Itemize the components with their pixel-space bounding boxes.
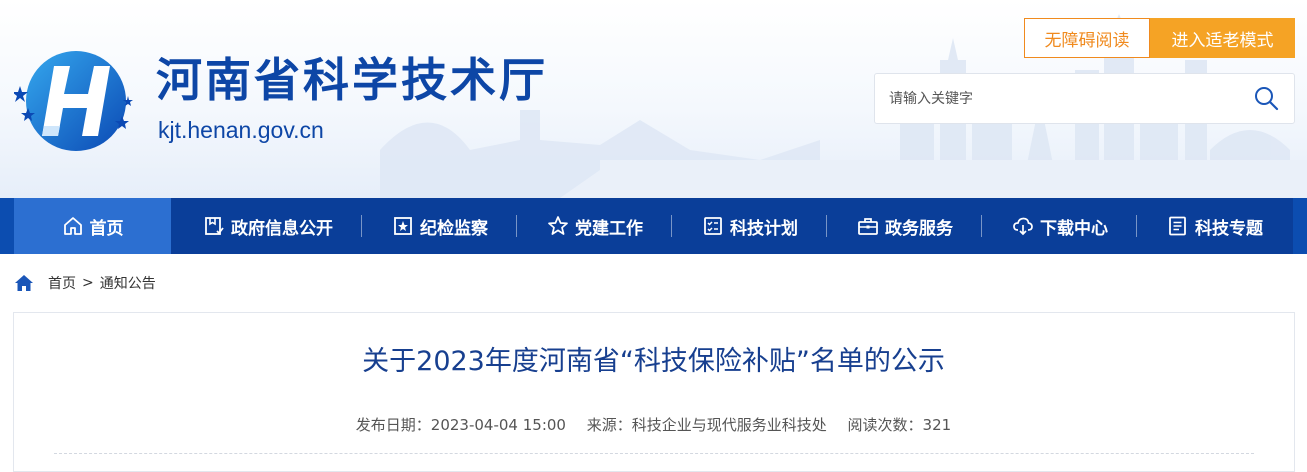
publish-date: 发布日期：2023-04-04 15:00 xyxy=(355,416,566,434)
article-card xyxy=(13,312,1295,472)
document-check-icon xyxy=(205,217,224,235)
nav-divider xyxy=(826,215,827,237)
star-outline-icon xyxy=(548,216,568,235)
nav-item-label: 政务服务 xyxy=(885,218,953,239)
nav-item-label: 纪检监察 xyxy=(420,218,488,239)
nav-divider xyxy=(516,215,517,237)
nav-edge-right xyxy=(1293,198,1307,254)
nav-item-label: 下载中心 xyxy=(1040,218,1108,239)
site-domain: kjt.henan.gov.cn xyxy=(158,117,324,143)
nav-item-home[interactable]: 首页 xyxy=(14,198,171,254)
nav-item-gov-service[interactable]: 政务服务 xyxy=(835,198,975,254)
cloud-download-icon xyxy=(1013,217,1033,236)
elder-mode-button[interactable]: 进入适老模式 xyxy=(1150,18,1295,58)
nav-item-download[interactable]: 下载中心 xyxy=(990,198,1130,254)
nav-divider xyxy=(361,215,362,237)
list-document-icon xyxy=(1169,216,1186,236)
read-count: 阅读次数：321 xyxy=(847,416,952,434)
nav-item-label: 党建工作 xyxy=(575,218,643,239)
nav-item-topics[interactable]: 科技专题 xyxy=(1145,198,1285,254)
main-nav: 首页 政府信息公开 纪检监察 党建工作 科技计划 政务服务 下载中心 科技专题 xyxy=(0,198,1307,254)
breadcrumb: 首页 > 通知公告 xyxy=(14,272,156,294)
article-meta: 发布日期：2023-04-04 15:00 来源：科技企业与现代服务业科技处 阅… xyxy=(0,414,1307,436)
star-badge-icon xyxy=(394,217,412,235)
home-icon xyxy=(15,275,33,291)
meta-divider xyxy=(54,453,1254,454)
nav-item-label: 首页 xyxy=(89,218,124,239)
site-header: 河南省科学技术厅 kjt.henan.gov.cn 无障碍阅读 进入适老模式 xyxy=(0,0,1307,198)
checklist-icon xyxy=(704,217,722,235)
henan-science-logo xyxy=(14,51,133,151)
briefcase-icon xyxy=(858,218,878,235)
nav-divider xyxy=(671,215,672,237)
nav-divider xyxy=(981,215,982,237)
site-title: 河南省科学技术厅 xyxy=(156,53,548,107)
nav-divider xyxy=(1136,215,1137,237)
breadcrumb-current-link[interactable]: 通知公告 xyxy=(100,273,156,293)
accessible-reading-button[interactable]: 无障碍阅读 xyxy=(1024,18,1150,58)
breadcrumb-home-link[interactable]: 首页 xyxy=(48,273,76,293)
nav-item-sci-plan[interactable]: 科技计划 xyxy=(680,198,820,254)
nav-edge-left xyxy=(0,198,14,254)
search-icon[interactable] xyxy=(1253,85,1279,111)
breadcrumb-separator: > xyxy=(82,275,94,291)
nav-item-party[interactable]: 党建工作 xyxy=(525,198,665,254)
article-title: 关于2023年度河南省“科技保险补贴”名单的公示 xyxy=(362,346,945,377)
nav-item-discipline[interactable]: 纪检监察 xyxy=(370,198,510,254)
nav-item-label: 政府信息公开 xyxy=(231,218,333,239)
nav-item-label: 科技专题 xyxy=(1195,218,1263,239)
nav-item-gov-info[interactable]: 政府信息公开 xyxy=(183,198,353,254)
home-icon xyxy=(63,217,82,235)
search-input[interactable] xyxy=(889,86,1239,112)
article-source: 来源：科技企业与现代服务业科技处 xyxy=(586,416,827,434)
search-box xyxy=(874,73,1295,124)
nav-item-label: 科技计划 xyxy=(730,218,798,239)
